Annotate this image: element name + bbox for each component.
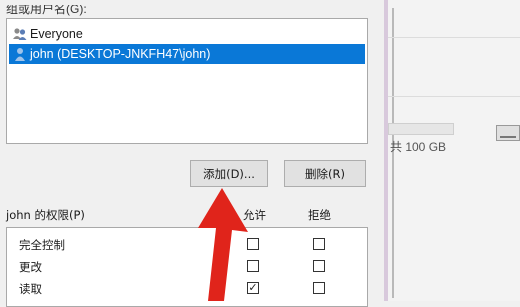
principals-listbox[interactable]: Everyone john (DESKTOP-JNKFH47\john) xyxy=(6,18,368,144)
deny-checkbox-modify[interactable] xyxy=(313,260,325,272)
principal-name: john (DESKTOP-JNKFH47\john) xyxy=(30,47,211,61)
permission-name: 完全控制 xyxy=(19,238,65,252)
permission-name: 读取 xyxy=(19,282,42,296)
red-arrow-annotation xyxy=(198,188,248,301)
remove-button[interactable]: 删除(R) xyxy=(284,160,366,187)
list-item-john[interactable]: john (DESKTOP-JNKFH47\john) xyxy=(9,44,365,64)
permissions-table: 完全控制 更改 读取 ✓ xyxy=(6,227,368,307)
background-properties-window: 共 100 GB xyxy=(388,0,520,301)
capacity-bar xyxy=(388,123,454,135)
principal-name: Everyone xyxy=(30,27,83,41)
deny-column-header: 拒绝 xyxy=(308,208,331,222)
divider xyxy=(388,96,520,97)
permission-row-modify: 更改 xyxy=(7,256,367,278)
capacity-text: 共 100 GB xyxy=(390,140,447,154)
permission-row-full-control: 完全控制 xyxy=(7,234,367,256)
group-users-label: 组或用户名(G): xyxy=(6,2,87,16)
add-button[interactable]: 添加(D)... xyxy=(190,160,268,187)
drive-icon xyxy=(496,125,520,141)
permissions-label: john 的权限(P) xyxy=(6,208,85,222)
user-icon xyxy=(13,47,27,61)
permission-row-read: 读取 ✓ xyxy=(7,278,367,300)
permission-name: 更改 xyxy=(19,260,42,274)
deny-checkbox-full-control[interactable] xyxy=(313,238,325,250)
list-item-everyone[interactable]: Everyone xyxy=(9,24,365,44)
group-users-icon xyxy=(13,27,27,41)
deny-checkbox-read[interactable] xyxy=(313,282,325,294)
divider xyxy=(388,37,520,38)
